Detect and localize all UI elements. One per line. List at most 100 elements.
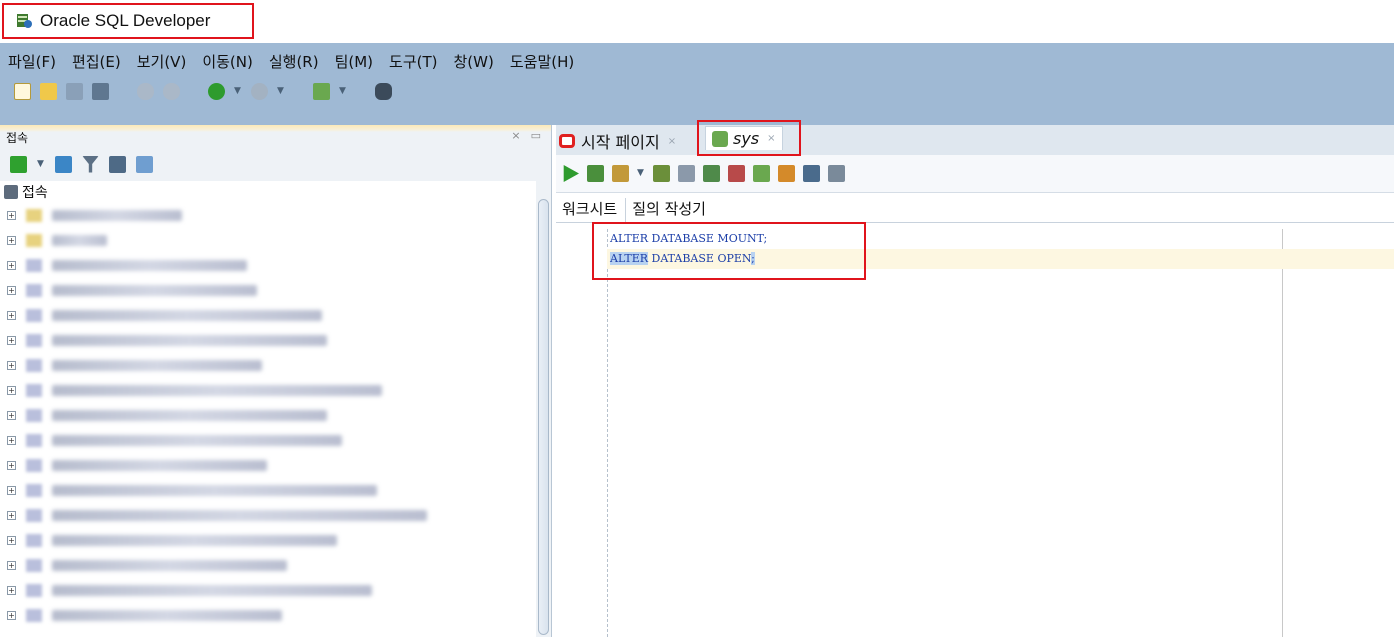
add-connection-icon[interactable] bbox=[10, 155, 27, 173]
tree-row[interactable]: + bbox=[0, 378, 536, 403]
tab-query-builder[interactable]: 질의 작성기 bbox=[626, 198, 714, 222]
oracle-icon bbox=[559, 134, 575, 148]
unshared-sql-icon[interactable] bbox=[753, 165, 770, 182]
database-icon bbox=[4, 185, 18, 199]
open-folder-icon[interactable] bbox=[40, 83, 57, 100]
tree-row[interactable]: + bbox=[0, 328, 536, 353]
back-dropdown-icon[interactable]: ▼ bbox=[234, 83, 242, 100]
document-tabs: 시작 페이지 × sys × bbox=[556, 120, 1394, 156]
redo-icon[interactable] bbox=[163, 83, 180, 100]
connection-icon bbox=[26, 284, 42, 297]
commit-icon[interactable] bbox=[703, 165, 720, 182]
expand-icon[interactable]: + bbox=[7, 511, 16, 520]
tab-sys[interactable]: sys × bbox=[705, 126, 783, 150]
run-script-icon[interactable] bbox=[587, 165, 604, 182]
menu-help[interactable]: 도움말(H) bbox=[510, 51, 574, 72]
tree-row[interactable]: + bbox=[0, 553, 536, 578]
explain-plan-icon[interactable] bbox=[653, 165, 670, 182]
clear-icon[interactable] bbox=[778, 165, 795, 182]
expand-icon[interactable]: + bbox=[7, 586, 16, 595]
expand-icon[interactable]: + bbox=[7, 561, 16, 570]
tree-row[interactable]: + bbox=[0, 353, 536, 378]
format-case-icon[interactable] bbox=[828, 165, 845, 182]
tree-row[interactable]: + bbox=[0, 253, 536, 278]
binoculars-icon[interactable] bbox=[375, 83, 392, 100]
schema-browser-icon[interactable] bbox=[136, 155, 153, 173]
panel-close-icon[interactable]: × bbox=[511, 129, 520, 142]
back-icon[interactable] bbox=[208, 83, 225, 100]
tree-row[interactable]: + bbox=[0, 528, 536, 553]
tree-row[interactable]: + bbox=[0, 428, 536, 453]
tree-scrollbar[interactable] bbox=[536, 181, 550, 637]
autotrace-icon[interactable] bbox=[612, 165, 629, 182]
refresh-icon[interactable] bbox=[55, 155, 72, 173]
menu-file[interactable]: 파일(F) bbox=[8, 51, 56, 72]
scrollbar-thumb[interactable] bbox=[538, 199, 549, 635]
window-title-highlight: Oracle SQL Developer bbox=[2, 3, 254, 39]
filter-icon[interactable] bbox=[82, 155, 99, 173]
sql-tuning-icon[interactable] bbox=[678, 165, 695, 182]
connections-panel-title: 접속 bbox=[6, 130, 29, 145]
tree-row[interactable]: + bbox=[0, 453, 536, 478]
tab-close-icon[interactable]: × bbox=[767, 133, 775, 144]
menu-window[interactable]: 창(W) bbox=[454, 51, 494, 72]
expand-icon[interactable]: + bbox=[7, 436, 16, 445]
expand-icon[interactable]: + bbox=[7, 261, 16, 270]
rollback-icon[interactable] bbox=[728, 165, 745, 182]
expand-icon[interactable]: + bbox=[7, 286, 16, 295]
menu-navigate[interactable]: 이동(N) bbox=[202, 51, 253, 72]
save-all-icon[interactable] bbox=[92, 83, 109, 100]
menu-edit[interactable]: 편집(E) bbox=[72, 51, 121, 72]
sql-worksheet-icon[interactable] bbox=[313, 83, 330, 100]
tree-row[interactable]: + bbox=[0, 403, 536, 428]
tree-row[interactable]: + bbox=[0, 578, 536, 603]
redacted-label bbox=[52, 610, 282, 621]
redacted-label bbox=[52, 210, 182, 221]
undo-icon[interactable] bbox=[137, 83, 154, 100]
tree-row[interactable]: + bbox=[0, 503, 536, 528]
expand-icon[interactable]: + bbox=[7, 461, 16, 470]
expand-icon[interactable]: + bbox=[7, 411, 16, 420]
redacted-label bbox=[52, 585, 372, 596]
tab-worksheet[interactable]: 워크시트 bbox=[556, 198, 627, 222]
expand-icon[interactable]: + bbox=[7, 486, 16, 495]
tree-row[interactable]: + bbox=[0, 603, 536, 628]
new-file-icon[interactable] bbox=[14, 83, 31, 100]
tree-row[interactable]: + bbox=[0, 303, 536, 328]
add-dropdown-icon[interactable]: ▼ bbox=[37, 156, 45, 173]
connection-icon bbox=[26, 259, 42, 272]
sort-icon[interactable] bbox=[109, 155, 126, 173]
expand-icon[interactable]: + bbox=[7, 386, 16, 395]
sql-editor[interactable]: ALTER DATABASE MOUNT; ALTER DATABASE OPE… bbox=[556, 222, 1394, 637]
window-title: Oracle SQL Developer bbox=[40, 11, 211, 30]
expand-icon[interactable]: + bbox=[7, 236, 16, 245]
sql-dropdown-icon[interactable]: ▼ bbox=[339, 83, 347, 100]
menu-view[interactable]: 보기(V) bbox=[137, 51, 187, 72]
tree-row[interactable]: + bbox=[0, 278, 536, 303]
panel-minimize-icon[interactable]: ▭ bbox=[531, 129, 541, 142]
run-statement-icon[interactable] bbox=[563, 165, 579, 182]
right-margin-line bbox=[1282, 229, 1283, 637]
menu-run[interactable]: 실행(R) bbox=[269, 51, 319, 72]
tree-row[interactable]: + bbox=[0, 478, 536, 503]
expand-icon[interactable]: + bbox=[7, 536, 16, 545]
tab-start-page[interactable]: 시작 페이지 × bbox=[559, 127, 676, 155]
sql-history-icon[interactable] bbox=[803, 165, 820, 182]
tree-row[interactable]: + bbox=[0, 228, 536, 253]
expand-icon[interactable]: + bbox=[7, 311, 16, 320]
autotrace-dropdown-icon[interactable]: ▼ bbox=[637, 165, 645, 182]
expand-icon[interactable]: + bbox=[7, 336, 16, 345]
tab-close-icon[interactable]: × bbox=[668, 136, 676, 147]
forward-icon[interactable] bbox=[251, 83, 268, 100]
tree-root[interactable]: 접속 bbox=[0, 181, 536, 203]
expand-icon[interactable]: + bbox=[7, 361, 16, 370]
menu-team[interactable]: 팀(M) bbox=[335, 51, 373, 72]
menu-tools[interactable]: 도구(T) bbox=[389, 51, 437, 72]
forward-dropdown-icon[interactable]: ▼ bbox=[277, 83, 285, 100]
tree-row[interactable]: + bbox=[0, 203, 536, 228]
tab-start-page-label: 시작 페이지 bbox=[581, 133, 660, 152]
expand-icon[interactable]: + bbox=[7, 211, 16, 220]
expand-icon[interactable]: + bbox=[7, 611, 16, 620]
save-icon[interactable] bbox=[66, 83, 83, 100]
editor-area: 시작 페이지 × sys × ▼ 워크시트 질의 작성기 ALTER DATAB… bbox=[556, 120, 1394, 637]
